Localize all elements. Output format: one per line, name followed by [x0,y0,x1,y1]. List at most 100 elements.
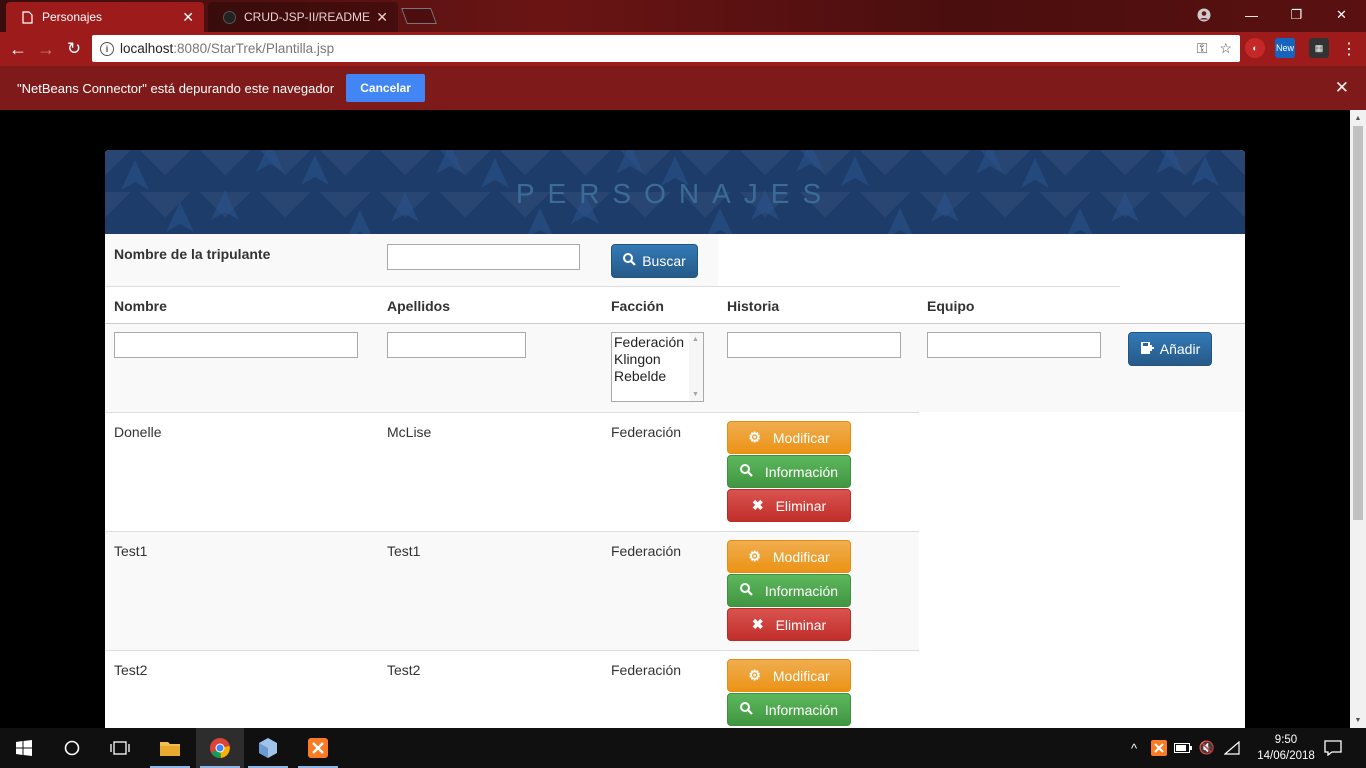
scroll-up-icon[interactable]: ▲ [692,336,699,343]
delete-button[interactable]: ✖ Eliminar [727,608,851,641]
minimize-button[interactable]: — [1229,0,1274,30]
banner-title: PERSONAJES [515,178,835,209]
modify-label: Modificar [772,548,830,565]
info-button[interactable]: Información [727,574,851,607]
search-button[interactable]: Buscar [611,244,698,278]
cancel-debug-button[interactable]: Cancelar [346,74,426,102]
browser-toolbar: ← → ↻ i localhost:8080/StarTrek/Plantill… [0,32,1366,66]
close-icon[interactable]: ✕ [182,9,194,26]
close-icon[interactable]: ✕ [376,9,388,26]
forward-arrow-icon[interactable]: → [33,36,59,62]
modify-button[interactable]: ⚙ Modificar [727,659,851,692]
characters-panel: PERSONAJES Nombre de la tripulante Busca… [105,150,1245,728]
cell-faccion: Federación [611,543,682,559]
task-view-icon[interactable] [96,728,144,768]
browser-titlebar: Personajes ✕ CRUD-JSP-II/README.md ✕ — ❐… [0,0,1366,32]
xampp-icon[interactable] [294,728,342,768]
tab-personajes[interactable]: Personajes ✕ [6,2,204,32]
new-extension-icon[interactable]: New [1275,38,1295,58]
profile-icon[interactable] [1190,2,1218,28]
shield-extension-icon[interactable]: ◐ [1245,38,1265,58]
remove-icon: ✖ [751,616,764,632]
search-input[interactable] [387,244,580,270]
scroll-down-icon[interactable]: ▼ [1350,712,1366,728]
windows-taskbar: ^ 🔇 9:50 14/06/2018 [0,728,1366,768]
tab-readme[interactable]: CRUD-JSP-II/README.md ✕ [208,2,398,32]
divider [105,650,919,651]
close-window-button[interactable]: ✕ [1319,0,1364,30]
notifications-icon[interactable] [1318,728,1348,768]
close-icon[interactable]: ✕ [1335,78,1349,98]
faccion-select[interactable]: Federación Klingon Rebelde ▲ ▼ [611,332,704,402]
column-header-nombre: Nombre [114,298,167,314]
battery-icon[interactable] [1172,728,1194,768]
star-icon[interactable]: ☆ [1219,40,1232,57]
key-icon[interactable]: ⚿ [1197,40,1208,57]
gear-icon: ⚙ [748,548,761,564]
modify-label: Modificar [772,667,830,684]
cell-nombre: Test1 [114,543,148,559]
search-icon [739,582,753,599]
modify-label: Modificar [772,429,830,446]
cell-apellidos: McLise [387,424,432,440]
divider [105,412,919,413]
back-arrow-icon[interactable]: ← [5,36,31,62]
scroll-down-icon[interactable]: ▼ [692,391,699,398]
search-label: Nombre de la tripulante [114,246,271,262]
infobar-message: "NetBeans Connector" está depurando este… [17,80,335,96]
url-host: localhost [120,41,174,56]
chevron-up-icon[interactable]: ^ [1124,728,1144,768]
wifi-icon[interactable] [1220,728,1244,768]
xampp-tray-icon[interactable] [1148,728,1170,768]
search-icon [739,463,753,480]
faccion-option[interactable]: Rebelde [614,368,701,385]
address-bar[interactable]: i localhost:8080/StarTrek/Plantilla.jsp … [92,35,1240,62]
windows-start-icon[interactable] [0,728,48,768]
select-scrollbar[interactable]: ▲ ▼ [689,333,703,401]
modify-button[interactable]: ⚙ Modificar [727,421,851,454]
gear-icon: ⚙ [748,667,761,683]
column-header-apellidos: Apellidos [387,298,451,314]
scroll-up-icon[interactable]: ▲ [1350,110,1366,126]
chrome-icon[interactable] [196,728,244,768]
file-explorer-icon[interactable] [146,728,194,768]
historia-input[interactable] [727,332,901,358]
cell-apellidos: Test1 [387,543,421,559]
cell-faccion: Federación [611,662,682,678]
info-icon[interactable]: i [100,41,114,56]
virtualbox-icon[interactable] [244,728,292,768]
info-button[interactable]: Información [727,455,851,488]
page-icon [20,10,34,24]
tab-title: CRUD-JSP-II/README.md [244,10,371,24]
page-scrollbar[interactable]: ▲ ▼ [1350,110,1366,728]
apellidos-input[interactable] [387,332,526,358]
menu-dots-icon[interactable]: ⋮ [1336,36,1362,62]
info-label: Información [764,582,839,599]
restore-button[interactable]: ❐ [1274,0,1319,30]
faccion-option[interactable]: Klingon [614,351,701,368]
clock-date: 14/06/2018 [1257,750,1315,762]
info-label: Información [764,701,839,718]
info-button[interactable]: Información [727,693,851,726]
faccion-option[interactable]: Federación [614,334,701,351]
scrollbar-thumb[interactable] [1353,126,1363,520]
taskbar-clock[interactable]: 9:50 14/06/2018 [1256,732,1316,764]
nombre-input[interactable] [114,332,358,358]
add-button[interactable]: Añadir [1128,332,1212,366]
reload-icon[interactable]: ↻ [61,36,87,62]
new-badge: New [1275,43,1294,53]
color-extension-icon[interactable]: ▦ [1309,38,1329,58]
url-path: :8080/StarTrek/Plantilla.jsp [173,41,335,56]
github-icon [222,10,236,24]
search-circle-icon[interactable] [48,728,96,768]
column-header-faccion: Facción [611,298,664,314]
volume-muted-icon[interactable]: 🔇 [1196,728,1218,768]
clock-time: 9:50 [1274,734,1298,746]
banner: PERSONAJES [105,150,1245,234]
equipo-input[interactable] [927,332,1101,358]
cell-apellidos: Test2 [387,662,421,678]
search-icon [739,701,753,718]
modify-button[interactable]: ⚙ Modificar [727,540,851,573]
new-tab-button[interactable] [401,8,437,24]
delete-button[interactable]: ✖ Eliminar [727,489,851,522]
